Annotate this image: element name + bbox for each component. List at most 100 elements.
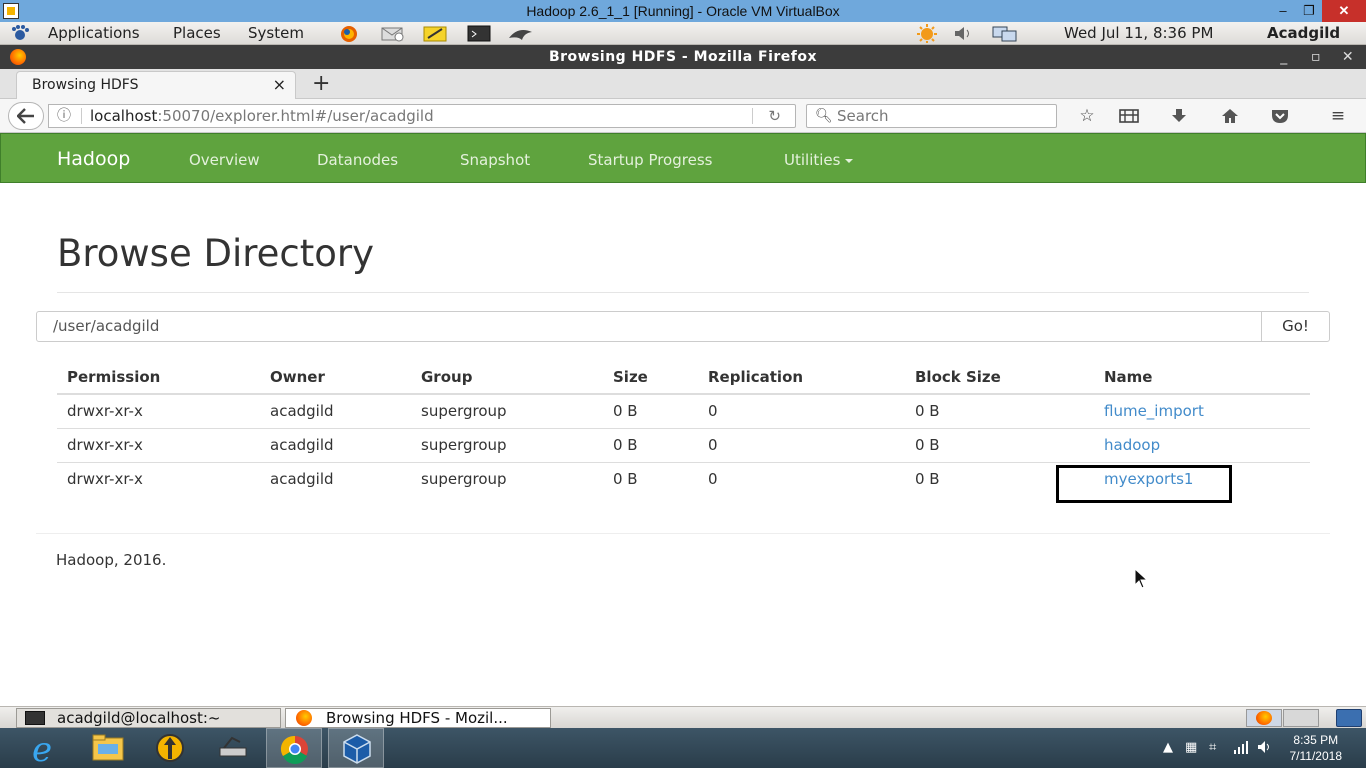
dir-link-hadoop[interactable]: hadoop (1104, 436, 1160, 454)
task-firefox[interactable]: Browsing HDFS - Mozil... (285, 708, 551, 728)
windows-clock[interactable]: 8:35 PM 7/11/2018 (1290, 732, 1343, 764)
dolphin-launcher-icon[interactable] (506, 24, 536, 43)
col-owner[interactable]: Owner (260, 360, 411, 395)
col-size[interactable]: Size (603, 360, 698, 395)
terminal-launcher-icon[interactable] (466, 24, 492, 43)
virtualbox-icon (3, 3, 19, 19)
firefox-title-bar: Browsing HDFS - Mozilla Firefox _ ▫ ✕ (0, 45, 1366, 69)
search-placeholder: Search (837, 107, 889, 125)
cell-permission: drwxr-xr-x (57, 461, 260, 496)
table-row: drwxr-xr-x acadgild supergroup 0 B 0 0 B… (57, 427, 1310, 462)
applications-menu[interactable]: Applications (48, 24, 140, 42)
update-notifier-icon[interactable] (913, 24, 941, 43)
show-desktop-icon[interactable] (1336, 709, 1362, 727)
reading-list-icon[interactable] (1117, 105, 1141, 127)
virtualbox-taskbar-button[interactable] (328, 728, 384, 768)
firefox-minimize-button[interactable]: _ (1272, 45, 1296, 69)
firefox-icon (296, 710, 312, 726)
tab-close-icon[interactable]: × (273, 72, 286, 98)
cell-size: 0 B (603, 427, 698, 462)
firefox-close-button[interactable]: ✕ (1336, 45, 1360, 69)
network-icon[interactable] (990, 24, 1020, 43)
cell-owner: acadgild (260, 461, 411, 496)
caret-down-icon (845, 158, 854, 163)
firefox-window-title: Browsing HDFS - Mozilla Firefox (548, 49, 818, 65)
col-group[interactable]: Group (411, 360, 603, 395)
signal-icon[interactable] (1233, 740, 1249, 758)
cell-permission: drwxr-xr-x (67, 402, 143, 421)
tray-devices-icon[interactable]: ⌗ (1209, 740, 1216, 755)
nav-overview[interactable]: Overview (189, 151, 260, 169)
bookmark-star-icon[interactable]: ☆ (1075, 105, 1099, 127)
sync-app-taskbar-button[interactable] (142, 728, 198, 768)
col-name[interactable]: Name (1094, 360, 1310, 395)
cell-group: supergroup (411, 461, 603, 496)
panel-user-name[interactable]: Acadgild (1267, 24, 1340, 42)
table-row: drwxr-xr-x acadgild supergroup 0 B 0 0 B… (57, 394, 1310, 428)
directory-path-input[interactable]: /user/acadgild (36, 311, 1262, 342)
tab-browsing-hdfs[interactable]: Browsing HDFS × (16, 71, 296, 99)
col-replication[interactable]: Replication (698, 360, 905, 395)
cell-group: supergroup (421, 402, 507, 421)
ie-taskbar-button[interactable]: e (18, 728, 74, 768)
col-block-size[interactable]: Block Size (905, 360, 1094, 395)
nav-snapshot[interactable]: Snapshot (460, 151, 530, 169)
back-button[interactable] (8, 102, 44, 130)
notes-launcher-icon[interactable] (422, 24, 448, 43)
url-text[interactable]: localhost:50070/explorer.html#/user/acad… (90, 105, 434, 127)
windows-time: 8:35 PM (1293, 733, 1339, 747)
panel-clock[interactable]: Wed Jul 11, 8:36 PM (1064, 24, 1213, 42)
windows-taskbar: e ▲ ▦ ⌗ 8:35 PM 7/11/2018 (0, 728, 1366, 768)
col-permission[interactable]: Permission (57, 360, 260, 395)
go-button[interactable]: Go! (1261, 311, 1330, 342)
nav-datanodes[interactable]: Datanodes (317, 151, 398, 169)
windows-date: 7/11/2018 (1289, 749, 1343, 763)
terminal-icon (25, 711, 45, 725)
tray-expand-icon[interactable]: ▲ (1163, 740, 1173, 755)
search-input[interactable]: 🔍︎ Search (806, 104, 1057, 128)
pocket-icon[interactable] (1268, 105, 1292, 127)
volume-icon[interactable] (952, 24, 976, 43)
gnome-foot-icon[interactable] (10, 24, 30, 42)
tab-strip: Browsing HDFS × + (0, 69, 1366, 99)
places-menu[interactable]: Places (173, 24, 221, 42)
download-icon[interactable] (1167, 105, 1191, 127)
vbox-minimize-button[interactable]: – (1270, 0, 1296, 22)
chrome-taskbar-button[interactable] (266, 728, 322, 768)
nav-utilities[interactable]: Utilities (784, 151, 854, 169)
dir-link-myexports1[interactable]: myexports1 (1104, 470, 1193, 488)
url-bar[interactable]: ⓘ localhost:50070/explorer.html#/user/ac… (48, 104, 796, 128)
reload-icon[interactable]: ↻ (768, 105, 781, 127)
site-info-icon[interactable]: ⓘ (57, 105, 71, 127)
file-explorer-taskbar-button[interactable] (80, 728, 136, 768)
vbox-close-button[interactable]: ✕ (1322, 0, 1366, 22)
nav-startup-progress[interactable]: Startup Progress (588, 151, 712, 169)
firefox-launcher-icon[interactable] (336, 24, 362, 43)
dir-link-flume-import[interactable]: flume_import (1104, 402, 1204, 420)
mail-launcher-icon[interactable] (380, 24, 406, 43)
cell-replication: 0 (698, 427, 905, 462)
tray-app-icon[interactable]: ▦ (1185, 740, 1197, 755)
cell-replication: 0 (698, 461, 905, 496)
home-icon[interactable] (1218, 105, 1242, 127)
cell-size: 0 B (613, 402, 638, 421)
cell-block-size: 0 B (905, 461, 1094, 496)
workspace-1[interactable] (1246, 709, 1282, 727)
task-terminal[interactable]: acadgild@localhost:~ (16, 708, 281, 728)
firefox-maximize-button[interactable]: ▫ (1304, 45, 1328, 69)
speaker-icon[interactable] (1257, 740, 1273, 758)
scanner-taskbar-button[interactable] (204, 728, 260, 768)
navigation-toolbar: ⓘ localhost:50070/explorer.html#/user/ac… (0, 99, 1366, 133)
task-firefox-label: Browsing HDFS - Mozil... (326, 709, 508, 727)
system-menu[interactable]: System (248, 24, 304, 42)
tab-title: Browsing HDFS (32, 77, 139, 93)
hamburger-menu-icon[interactable]: ≡ (1326, 105, 1350, 127)
vbox-maximize-button[interactable]: ❐ (1296, 0, 1322, 22)
new-tab-button[interactable]: + (312, 71, 330, 97)
mouse-cursor-icon (1134, 568, 1149, 589)
table-header-row: Permission Owner Group Size Replication … (57, 360, 1310, 395)
workspace-2[interactable] (1283, 709, 1319, 727)
task-terminal-label: acadgild@localhost:~ (57, 709, 221, 727)
gnome-top-panel: Applications Places System Wed Jul 11, 8… (0, 22, 1366, 45)
hadoop-brand-link[interactable]: Hadoop (57, 148, 130, 170)
